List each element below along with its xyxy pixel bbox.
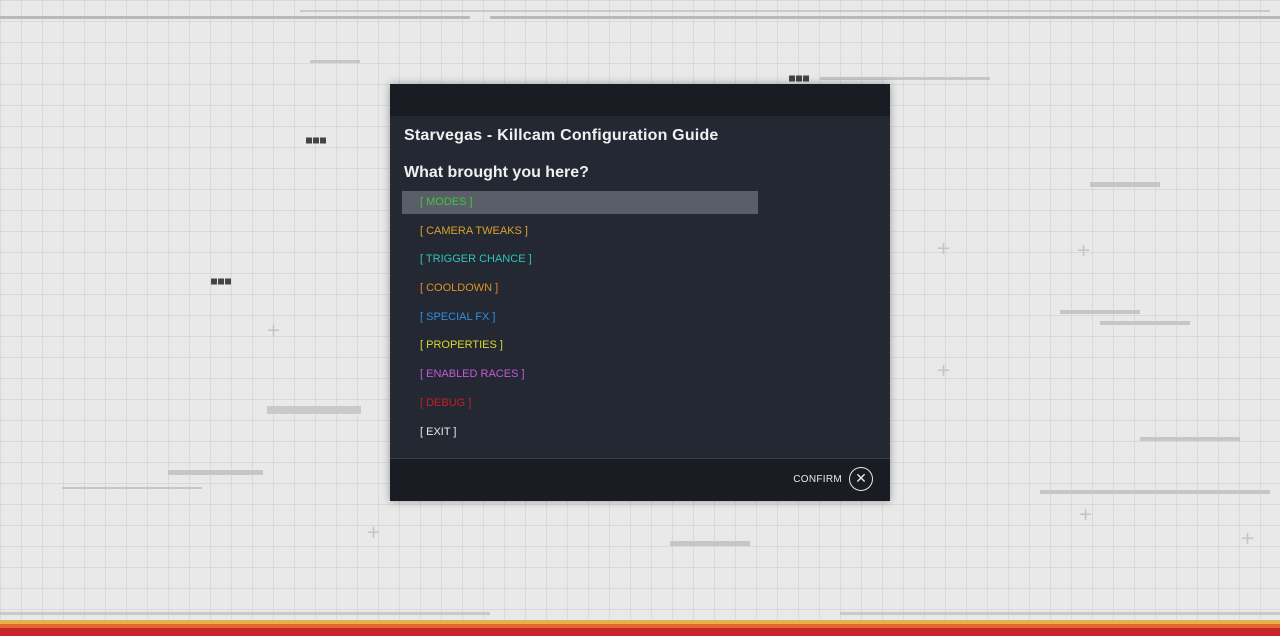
- bg-stripe: [267, 406, 361, 414]
- dialog-title: Starvegas - Killcam Configuration Guide: [404, 127, 719, 144]
- bg-plus: +: [936, 360, 952, 381]
- menu-item-cooldown[interactable]: [ COOLDOWN ]: [402, 277, 758, 300]
- bg-stripe: [62, 487, 202, 489]
- menu-item-modes[interactable]: [ MODES ]: [402, 191, 758, 214]
- menu-item-camera-tweaks[interactable]: [ CAMERA TWEAKS ]: [402, 220, 758, 243]
- bg-plus: +: [936, 238, 952, 259]
- menu-item-properties[interactable]: [ PROPERTIES ]: [402, 334, 758, 357]
- bg-stripe: [310, 60, 360, 63]
- bg-plus: +: [366, 522, 382, 543]
- dialog-footer: CONFIRM ✕: [390, 458, 890, 501]
- confirm-label: CONFIRM: [793, 474, 842, 485]
- menu-item-exit[interactable]: [ EXIT ]: [402, 421, 758, 444]
- bg-stripe: [490, 16, 1280, 19]
- options-menu: [ MODES ] [ CAMERA TWEAKS ] [ TRIGGER CH…: [402, 191, 758, 449]
- bg-stripe: [300, 10, 1270, 12]
- bg-plus: +: [1076, 240, 1092, 261]
- killcam-config-dialog: Starvegas - Killcam Configuration Guide …: [390, 84, 890, 501]
- bg-plus: +: [1240, 528, 1256, 549]
- bg-stripe: [168, 470, 263, 475]
- bg-plus: +: [266, 320, 282, 341]
- bg-stripe: [0, 16, 470, 19]
- bg-stripe: [0, 612, 490, 615]
- menu-item-special-fx[interactable]: [ SPECIAL FX ]: [402, 306, 758, 329]
- bg-plus: +: [1078, 504, 1094, 525]
- menu-item-debug[interactable]: [ DEBUG ]: [402, 392, 758, 415]
- dialog-header-bar: [390, 84, 890, 116]
- menu-item-trigger-chance[interactable]: [ TRIGGER CHANCE ]: [402, 248, 758, 271]
- bg-stripe: [670, 541, 750, 546]
- bg-stripe: [840, 612, 1280, 615]
- bg-stripe: [1090, 182, 1160, 187]
- bg-dots: ■■■: [211, 276, 233, 287]
- close-x-icon[interactable]: ✕: [849, 467, 873, 491]
- bg-dots: ■■■: [306, 135, 328, 146]
- menu-item-enabled-races[interactable]: [ ENABLED RACES ]: [402, 363, 758, 386]
- bg-stripe: [1140, 437, 1240, 441]
- bg-stripe: [820, 77, 990, 80]
- bottom-color-bar: [0, 620, 1280, 636]
- bg-stripe: [1040, 490, 1270, 494]
- bg-dots: ■■■: [789, 73, 811, 84]
- dialog-question: What brought you here?: [404, 164, 589, 181]
- bg-stripe: [1100, 321, 1190, 325]
- bg-stripe: [1060, 310, 1140, 314]
